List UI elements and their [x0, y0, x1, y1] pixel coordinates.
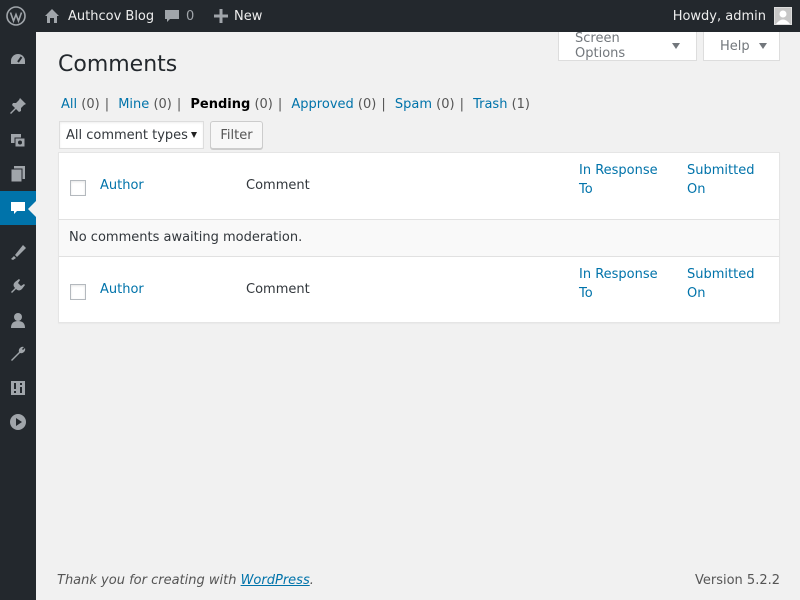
- footer-thanks-suffix: .: [309, 573, 314, 588]
- help-label: Help: [720, 38, 750, 54]
- filter-spam-count: (0): [436, 97, 455, 112]
- select-all-checkbox[interactable]: [70, 180, 86, 196]
- settings-icon[interactable]: [0, 371, 36, 405]
- table-row: No comments awaiting moderation.: [59, 220, 779, 256]
- caret-down-icon: [672, 43, 680, 49]
- screen-options-button[interactable]: Screen Options: [558, 31, 697, 61]
- comment-column-header: Comment: [246, 178, 310, 193]
- comment-bubble-icon: [164, 8, 180, 24]
- comments-icon[interactable]: [0, 191, 36, 225]
- admin-sidebar: [0, 32, 36, 600]
- filter-mine-count: (0): [153, 97, 172, 112]
- filter-pending-count: (0): [254, 97, 273, 112]
- separator: |: [459, 97, 464, 112]
- filter-pending[interactable]: Pending: [190, 97, 250, 112]
- select-caret-icon: [191, 132, 197, 138]
- footer-thanks: Thank you for creating with WordPress.: [57, 573, 314, 588]
- site-name-link[interactable]: Authcov Blog: [68, 0, 154, 32]
- filter-trash[interactable]: Trash: [473, 97, 507, 112]
- separator: |: [277, 97, 283, 112]
- submitted-on-line1: Submitted: [687, 267, 755, 282]
- comment-status-filters: All (0) | Mine (0) | Pending (0) | Approved…: [61, 97, 530, 112]
- filter-all[interactable]: All: [61, 97, 77, 112]
- caret-down-icon: [758, 43, 767, 49]
- pin-icon[interactable]: [0, 89, 36, 123]
- empty-message: No comments awaiting moderation.: [69, 230, 303, 245]
- greeting: Howdy, admin: [672, 8, 766, 24]
- filter-all-count: (0): [81, 97, 100, 112]
- in-response-to-column-sort[interactable]: In Response To: [579, 161, 674, 199]
- filter-mine[interactable]: Mine: [118, 97, 149, 112]
- screen-options-label: Screen Options: [575, 31, 626, 61]
- author-column-sort[interactable]: Author: [100, 280, 144, 299]
- filter-trash-count: (1): [511, 97, 531, 112]
- submitted-on-line1: Submitted: [687, 163, 755, 178]
- comments-link[interactable]: 0: [164, 0, 194, 32]
- comment-type-select[interactable]: All comment types: [59, 121, 204, 149]
- select-all-checkbox[interactable]: [70, 284, 86, 300]
- separator: |: [104, 97, 110, 112]
- media-icon[interactable]: [0, 123, 36, 157]
- table-header: Author Comment In Response To Submitted On: [59, 153, 779, 220]
- filter-approved[interactable]: Approved: [291, 97, 353, 112]
- submitted-on-column-sort[interactable]: Submitted On: [687, 265, 767, 303]
- separator: |: [176, 97, 182, 112]
- filter-spam[interactable]: Spam: [395, 97, 432, 112]
- plugins-icon[interactable]: [0, 269, 36, 303]
- in-response-to-line2: To: [579, 182, 593, 197]
- home-icon[interactable]: [44, 0, 60, 32]
- in-response-to-column-sort[interactable]: In Response To: [579, 265, 674, 303]
- filter-button[interactable]: Filter: [210, 121, 263, 149]
- submitted-on-line2: On: [687, 182, 706, 197]
- account-menu[interactable]: Howdy, admin: [673, 0, 792, 32]
- in-response-to-line2: To: [579, 286, 593, 301]
- page-title: Comments: [58, 52, 178, 77]
- pages-icon[interactable]: [0, 157, 36, 191]
- submitted-on-line2: On: [687, 286, 706, 301]
- comment-type-value: All comment types: [66, 127, 188, 143]
- table-footer: Author Comment In Response To Submitted On: [59, 256, 779, 323]
- tools-icon[interactable]: [0, 337, 36, 371]
- dashboard-icon[interactable]: [0, 43, 36, 77]
- users-icon[interactable]: [0, 303, 36, 337]
- footer-version: Version 5.2.2: [694, 573, 780, 588]
- help-button[interactable]: Help: [703, 32, 780, 61]
- new-content-link[interactable]: New: [214, 0, 262, 32]
- comments-table: Author Comment In Response To Submitted On…: [58, 152, 780, 323]
- new-label: New: [234, 8, 263, 24]
- appearance-icon[interactable]: [0, 235, 36, 269]
- admin-bar: Authcov Blog 0 New Howdy, admin: [0, 0, 800, 32]
- comment-column-header: Comment: [246, 282, 310, 297]
- play-icon[interactable]: [0, 405, 36, 439]
- footer-thanks-prefix: Thank you for creating with: [57, 573, 241, 588]
- in-response-to-line1: In Response: [579, 267, 658, 282]
- filter-approved-count: (0): [357, 97, 377, 112]
- avatar: [774, 7, 792, 25]
- wordpress-logo-icon[interactable]: [6, 0, 30, 32]
- wordpress-link[interactable]: WordPress: [241, 573, 310, 588]
- comments-count: 0: [186, 8, 195, 24]
- submitted-on-column-sort[interactable]: Submitted On: [687, 161, 767, 199]
- author-column-sort[interactable]: Author: [100, 176, 144, 195]
- plus-icon: [214, 9, 228, 23]
- separator: |: [381, 97, 386, 112]
- in-response-to-line1: In Response: [579, 163, 658, 178]
